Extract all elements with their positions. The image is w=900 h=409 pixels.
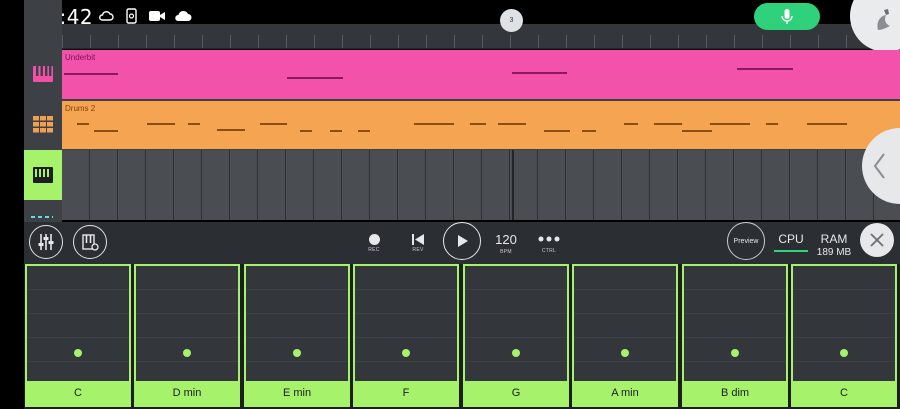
chord-pad[interactable]: B dim <box>682 264 788 407</box>
record-label: REC <box>368 247 380 253</box>
phone-sync-icon <box>124 8 140 24</box>
pattern-underbit[interactable]: Underbit <box>62 50 900 99</box>
tempo-display[interactable]: 120 BPM <box>490 232 522 255</box>
bar-divider <box>512 150 514 220</box>
skip-back-icon <box>412 234 424 245</box>
pattern-drums-2[interactable]: Drums 2 <box>62 101 900 149</box>
chord-pad[interactable]: E min <box>244 264 350 407</box>
pattern-label: Underbit <box>65 53 96 62</box>
ram-meter: RAM 189 MB <box>812 232 856 258</box>
chord-pad-label: B dim <box>684 381 786 405</box>
rewind-button[interactable]: REV <box>406 234 430 253</box>
mixer-button[interactable] <box>29 225 63 259</box>
close-button[interactable] <box>860 223 894 257</box>
pattern-label: Drums 2 <box>65 104 96 113</box>
chevron-left-icon <box>873 153 885 179</box>
chord-pad[interactable]: A min <box>572 264 678 407</box>
chord-pad-label: D min <box>136 381 238 405</box>
preview-button[interactable]: Preview <box>727 222 765 260</box>
ram-label: RAM <box>820 232 848 246</box>
video-camera-icon <box>148 8 166 24</box>
chord-pad-label: C <box>793 381 895 405</box>
record-button[interactable]: REC <box>362 234 386 253</box>
drum-pads-icon <box>33 116 53 133</box>
chord-pad-label: C <box>27 381 129 405</box>
chord-pad-label: E min <box>246 381 348 405</box>
record-icon <box>368 234 380 245</box>
cpu-bar <box>774 250 808 252</box>
mic-button[interactable] <box>754 3 820 30</box>
pad-indicator <box>293 349 301 357</box>
chord-pad-label: G <box>465 381 567 405</box>
cpu-label: CPU <box>778 232 804 246</box>
play-icon <box>458 235 468 247</box>
control-label: CTRL <box>541 248 557 254</box>
piano-keys-icon <box>33 66 53 82</box>
fruit-logo-icon <box>877 9 890 30</box>
microphone-icon <box>781 8 793 24</box>
piano-roll-icon <box>33 167 53 183</box>
piano-settings-icon <box>82 234 99 251</box>
pad-indicator <box>731 349 739 357</box>
close-icon <box>870 233 884 247</box>
mixer-sliders-icon <box>38 234 54 250</box>
pad-indicator <box>840 349 848 357</box>
track-3-pattern-area[interactable] <box>62 150 900 220</box>
pad-indicator <box>621 349 629 357</box>
instrument-settings-button[interactable] <box>73 225 107 259</box>
rewind-label: REV <box>412 247 424 253</box>
pad-indicator <box>512 349 520 357</box>
ram-value: 189 MB <box>816 247 852 258</box>
cloud-filled-icon <box>174 8 192 24</box>
chord-pad[interactable]: F <box>353 264 459 407</box>
track-2-instrument[interactable] <box>24 100 62 148</box>
cloud-outline-icon <box>98 8 114 24</box>
ruler-divider <box>62 48 900 49</box>
fl-studio-mobile-screen: 09:42 3 Underbit Drums 2 REC REV 120 BPM… <box>0 0 900 409</box>
more-dots-icon <box>538 236 560 242</box>
track-1-instrument[interactable] <box>24 50 62 98</box>
chord-pad[interactable]: D min <box>134 264 240 407</box>
pad-indicator <box>402 349 410 357</box>
control-menu-button[interactable]: CTRL <box>534 236 564 254</box>
preview-label: Preview <box>733 237 759 245</box>
cpu-meter: CPU <box>774 232 808 252</box>
bpm-value: 120 <box>495 232 517 247</box>
chord-pad-label: A min <box>574 381 676 405</box>
track-3-instrument-selected[interactable] <box>24 150 62 200</box>
chord-pad-label: F <box>355 381 457 405</box>
bpm-label: BPM <box>500 249 512 255</box>
chord-pad[interactable]: C <box>791 264 897 407</box>
chord-pad[interactable]: G <box>463 264 569 407</box>
pad-indicator <box>183 349 191 357</box>
pad-indicator <box>74 349 82 357</box>
play-button[interactable] <box>443 222 481 260</box>
chord-pad[interactable]: C <box>25 264 131 407</box>
ruler-ticks <box>62 35 900 49</box>
track-4-indicator <box>31 216 53 218</box>
position-marker[interactable]: 3 <box>500 9 523 32</box>
